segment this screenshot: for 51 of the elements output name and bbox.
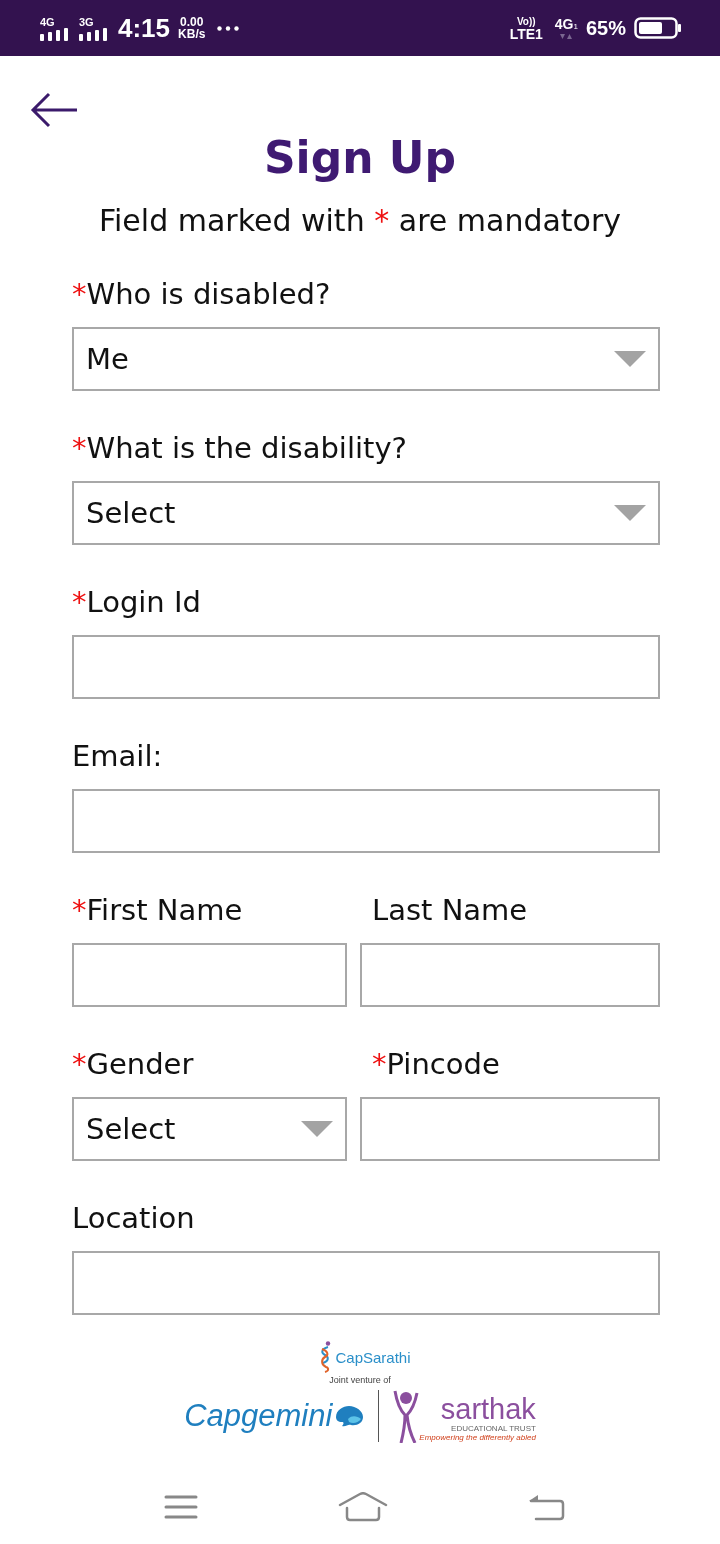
field-label: Location	[72, 1200, 195, 1237]
speed-unit: KB/s	[178, 28, 206, 40]
data-network-label: 4G1	[554, 16, 578, 34]
logo-wordmark: Capgemini	[184, 1397, 333, 1435]
caption-text: Joint venture of	[329, 1375, 391, 1385]
data-arrows-icon	[560, 33, 573, 40]
back-icon[interactable]	[528, 1493, 566, 1521]
network-type-label: 4G	[40, 15, 55, 28]
brand-name: CapSarathi	[335, 1348, 411, 1366]
signal-bars-icon	[40, 27, 70, 41]
input-field[interactable]	[72, 1251, 660, 1315]
bubble-logo-icon	[334, 1405, 365, 1427]
back-arrow-icon	[29, 92, 79, 128]
volte-label: Vo))	[516, 15, 536, 27]
input-field[interactable]	[360, 1097, 660, 1161]
speed-value: 0.00	[180, 16, 204, 28]
logo-slogan: Empowering the differently abled	[419, 1433, 536, 1443]
back-button[interactable]	[28, 92, 80, 128]
dropdown-field[interactable]: Me	[72, 327, 660, 391]
page-title: Sign Up	[263, 131, 457, 185]
field-label: Last Name	[372, 892, 528, 929]
caret-icon	[614, 351, 646, 367]
menu-icon[interactable]	[164, 1494, 198, 1520]
field-label: *What is the disability?	[72, 430, 407, 467]
input-field[interactable]	[360, 943, 660, 1007]
field-label: *Login Id	[72, 584, 201, 621]
logo-wordmark: sarthak	[440, 1394, 536, 1424]
caret-icon	[614, 505, 646, 521]
input-field[interactable]	[72, 943, 347, 1007]
more-dots-icon	[217, 25, 240, 31]
battery-percent: 65%	[585, 16, 626, 40]
lte-label: LTE1	[509, 26, 543, 41]
helix-logo-icon	[319, 1341, 332, 1373]
input-field[interactable]	[72, 635, 660, 699]
dropdown-field[interactable]: Select	[72, 481, 660, 545]
input-field[interactable]	[72, 789, 660, 853]
field-label: *Pincode	[372, 1046, 500, 1083]
network-type-label: 3G	[79, 15, 94, 28]
dropdown-field[interactable]: Select	[72, 1097, 347, 1161]
field-label: *Gender	[72, 1046, 194, 1083]
field-label: *Who is disabled?	[72, 276, 331, 313]
battery-icon	[634, 17, 682, 39]
status-time: 4:15	[118, 13, 171, 43]
mandatory-note: Field marked with * are mandatory	[98, 202, 622, 240]
figure-logo-icon	[393, 1389, 420, 1443]
signal-bars-icon	[79, 27, 109, 41]
home-icon[interactable]	[338, 1492, 388, 1522]
field-label: *First Name	[72, 892, 243, 929]
logo-subtitle: EDUCATIONAL TRUST	[451, 1424, 536, 1433]
field-label: Email:	[72, 738, 163, 775]
caret-icon	[301, 1121, 333, 1137]
